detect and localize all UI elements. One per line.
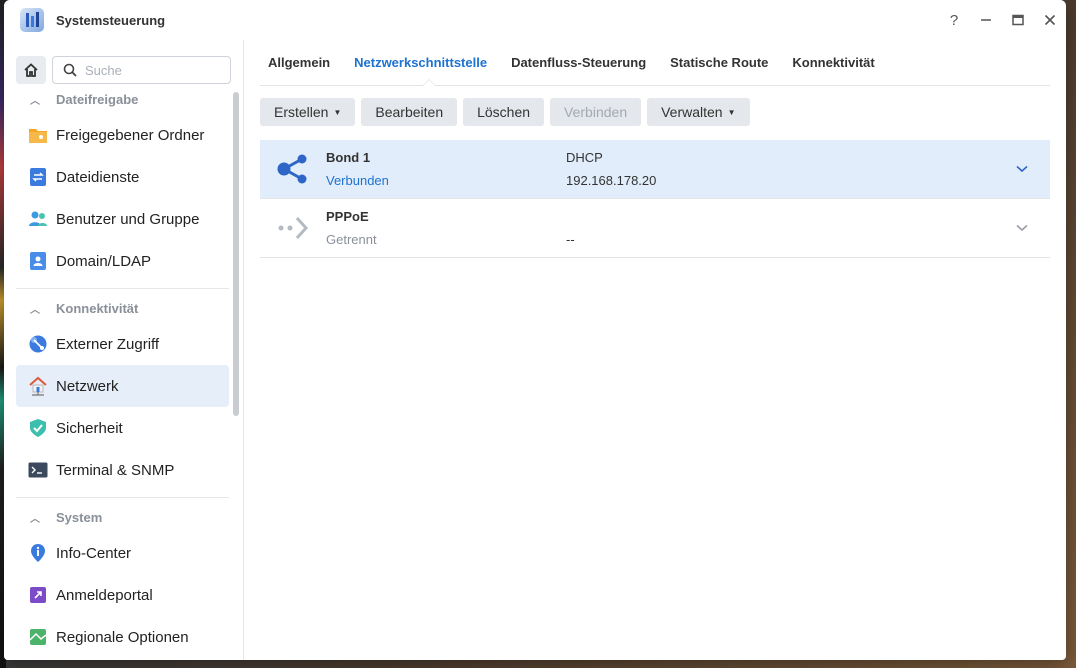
interface-list: Bond 1 Verbunden DHCP 192.168.178.20 PPP… (260, 140, 1050, 258)
manage-button-label: Verwalten (661, 104, 723, 120)
main-panel: Allgemein Netzwerkschnittstelle Datenflu… (244, 40, 1066, 660)
network-house-icon (28, 376, 48, 396)
interface-status: Verbunden (326, 173, 389, 188)
region-icon (28, 627, 48, 647)
sidebar-item-label: Info-Center (56, 544, 132, 562)
section-header-konnektivitaet[interactable]: ︿ Konnektivität (16, 293, 229, 323)
sidebar-item-users-groups[interactable]: Benutzer und Gruppe (16, 198, 229, 240)
file-services-icon (28, 167, 48, 187)
sidebar-item-login-portal[interactable]: Anmeldeportal (16, 574, 229, 616)
section-header-system[interactable]: ︿ System (16, 502, 229, 532)
close-button[interactable] (1034, 0, 1066, 40)
sidebar: ︿ Dateifreigabe Freigegebener Ordner Dat… (4, 40, 244, 660)
create-button[interactable]: Erstellen ▼ (260, 98, 356, 126)
interface-row-pppoe[interactable]: PPPoE Getrennt -- (260, 199, 1050, 258)
maximize-button[interactable] (1002, 0, 1034, 40)
search-field[interactable] (52, 56, 231, 84)
search-input[interactable] (85, 62, 215, 78)
sidebar-item-label: Benutzer und Gruppe (56, 210, 200, 228)
minimize-button[interactable] (970, 0, 1002, 40)
section-title: Dateifreigabe (56, 91, 139, 107)
sidebar-item-label: Terminal & SNMP (56, 461, 175, 479)
search-icon (63, 63, 77, 77)
section-divider (16, 497, 229, 498)
tab-allgemein[interactable]: Allgemein (268, 55, 330, 70)
sidebar-item-label: Freigegebener Ordner (56, 126, 205, 144)
close-icon (1044, 14, 1056, 26)
domain-icon (28, 251, 48, 271)
help-button[interactable]: ? (938, 0, 970, 40)
external-access-icon (28, 334, 48, 354)
section-divider (16, 288, 229, 289)
login-portal-icon (28, 585, 48, 605)
folder-icon (28, 125, 48, 145)
toolbar: Erstellen ▼ Bearbeiten Löschen Verbinden… (260, 86, 1050, 138)
sidebar-item-security[interactable]: Sicherheit (16, 407, 229, 449)
chevron-down-icon[interactable] (1016, 221, 1028, 235)
sidebar-item-domain-ldap[interactable]: Domain/LDAP (16, 240, 229, 282)
sidebar-item-label: Domain/LDAP (56, 252, 152, 270)
sidebar-item-shared-folder[interactable]: Freigegebener Ordner (16, 114, 229, 156)
sidebar-nav: ︿ Dateifreigabe Freigegebener Ordner Dat… (4, 84, 243, 658)
sidebar-item-label: Anmeldeportal (56, 586, 153, 604)
connect-button-label: Verbinden (564, 104, 628, 120)
interface-name: PPPoE (326, 209, 369, 224)
section-title: Konnektivität (56, 300, 139, 316)
minimize-icon (981, 19, 991, 21)
home-button[interactable] (16, 56, 46, 84)
chevron-down-icon[interactable] (1016, 162, 1028, 176)
interface-ip: -- (566, 232, 575, 247)
tab-netzwerkschnittstelle[interactable]: Netzwerkschnittstelle (354, 55, 487, 70)
terminal-icon (28, 460, 48, 480)
interface-name: Bond 1 (326, 150, 371, 165)
control-panel-window: Systemsteuerung ? Suche ︿ Dateifreigabe … (4, 0, 1066, 660)
caret-down-icon: ▼ (727, 107, 736, 117)
section-header-dateifreigabe[interactable]: ︿ Dateifreigabe (16, 84, 229, 114)
delete-button-label: Löschen (477, 104, 531, 120)
sidebar-item-info-center[interactable]: Info-Center (16, 532, 229, 574)
sidebar-item-external-access[interactable]: Externer Zugriff (16, 323, 229, 365)
chevron-up-icon: ︿ (30, 95, 40, 107)
section-title: System (56, 509, 103, 525)
interface-status: Getrennt (326, 232, 377, 247)
sidebar-item-terminal-snmp[interactable]: Terminal & SNMP (16, 449, 229, 491)
sidebar-item-regional-options[interactable]: Regionale Optionen (16, 616, 229, 658)
shield-icon (28, 418, 48, 438)
users-icon (28, 209, 48, 229)
create-button-label: Erstellen (274, 104, 329, 120)
sidebar-scrollbar[interactable] (233, 92, 239, 416)
tab-bar: Allgemein Netzwerkschnittstelle Datenflu… (260, 40, 1050, 86)
sidebar-item-label: Sicherheit (56, 419, 123, 437)
info-icon (28, 543, 48, 563)
chevron-up-icon: ︿ (30, 304, 40, 316)
maximize-icon (1012, 14, 1024, 26)
tab-konnektivitaet[interactable]: Konnektivität (792, 55, 874, 70)
sidebar-item-label: Netzwerk (56, 377, 119, 395)
control-panel-app-icon (20, 8, 44, 32)
interface-mode: DHCP (566, 150, 603, 165)
interface-row-bond1[interactable]: Bond 1 Verbunden DHCP 192.168.178.20 (260, 140, 1050, 199)
sidebar-item-label: Externer Zugriff (56, 335, 160, 353)
pppoe-disconnected-icon (260, 213, 326, 243)
chevron-up-icon: ︿ (30, 513, 40, 525)
delete-button[interactable]: Löschen (463, 98, 545, 126)
sidebar-item-network[interactable]: Netzwerk (16, 365, 229, 407)
sidebar-item-file-services[interactable]: Dateidienste (16, 156, 229, 198)
active-tab-indicator (422, 79, 436, 86)
title-bar: Systemsteuerung ? (4, 0, 1066, 40)
edit-button-label: Bearbeiten (375, 104, 444, 120)
window-title: Systemsteuerung (56, 12, 166, 28)
tab-statische-route[interactable]: Statische Route (670, 55, 768, 70)
caret-down-icon: ▼ (333, 107, 342, 117)
manage-button[interactable]: Verwalten ▼ (647, 98, 750, 126)
bond-share-icon (260, 154, 326, 184)
connect-button[interactable]: Verbinden (550, 98, 642, 126)
tab-datenfluss-steuerung[interactable]: Datenfluss-Steuerung (511, 55, 646, 70)
edit-button[interactable]: Bearbeiten (361, 98, 458, 126)
interface-ip: 192.168.178.20 (566, 173, 657, 188)
interface-mode (566, 209, 575, 224)
sidebar-item-label: Dateidienste (56, 168, 140, 186)
sidebar-item-label: Regionale Optionen (56, 628, 189, 646)
home-icon (24, 63, 38, 77)
